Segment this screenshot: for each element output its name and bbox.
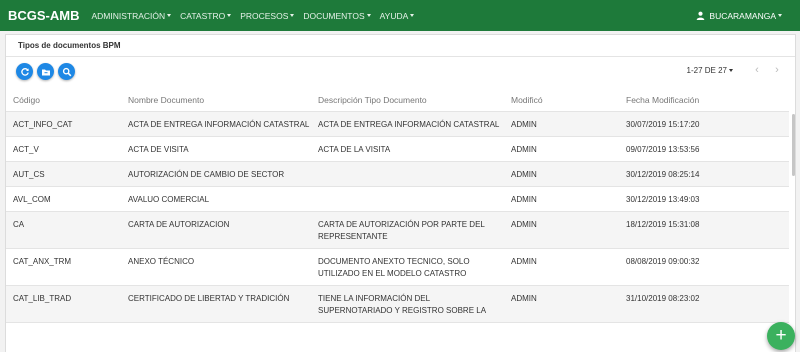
cell-modifico: ADMIN <box>511 294 537 303</box>
caret-down-icon <box>778 14 782 17</box>
header-modifico[interactable]: Modificó <box>504 95 619 105</box>
header-fecha[interactable]: Fecha Modificación <box>619 95 789 105</box>
menu-catastro[interactable]: CATASTRO <box>180 10 232 21</box>
table-row[interactable]: CAT_ANX_TRM ANEXO TÉCNICO DOCUMENTO ANEX… <box>6 249 789 286</box>
table-header: Código Nombre Documento Descripción Tipo… <box>6 88 789 112</box>
cell-modifico: ADMIN <box>511 145 537 154</box>
table-row[interactable]: CAT_LIB_TRAD CERTIFICADO DE LIBERTAD Y T… <box>6 286 789 323</box>
caret-down-icon <box>167 14 172 17</box>
card-title: Tipos de documentos BPM <box>6 35 795 57</box>
header-nombre[interactable]: Nombre Documento <box>121 95 311 105</box>
page-size-select[interactable]: 1-27 DE 27 <box>687 66 733 75</box>
cell-modifico: ADMIN <box>511 195 537 204</box>
table-row[interactable]: AVL_COM AVALUO COMERCIAL ADMIN 30/12/201… <box>6 187 789 212</box>
cell-fecha: 30/07/2019 15:17:20 <box>626 120 700 129</box>
cell-descripcion: ACTA DE ENTREGA INFORMACIÓN CATASTRAL <box>318 120 500 129</box>
app-brand[interactable]: BCGS-AMB <box>8 8 80 23</box>
cell-descripcion: TIENE LA INFORMACIÓN DEL SUPERNOTARIADO … <box>318 294 487 315</box>
top-navbar: BCGS-AMB ADMINISTRACIÓN CATASTRO PROCESO… <box>0 0 800 31</box>
cell-codigo: ACT_V <box>13 145 39 154</box>
user-icon <box>697 11 705 20</box>
add-button[interactable]: + <box>767 322 795 350</box>
cell-nombre: ACTA DE ENTREGA INFORMACIÓN CATASTRAL <box>128 120 310 129</box>
next-page-button[interactable]: › <box>771 64 783 76</box>
folder-icon <box>41 69 50 75</box>
header-descripcion[interactable]: Descripción Tipo Documento <box>311 95 504 105</box>
cell-fecha: 18/12/2019 15:31:08 <box>626 220 700 229</box>
cell-fecha: 30/12/2019 13:49:03 <box>626 195 700 204</box>
search-icon <box>62 67 71 76</box>
cell-codigo: ACT_INFO_CAT <box>13 120 73 129</box>
document-types-table: Código Nombre Documento Descripción Tipo… <box>6 88 789 323</box>
caret-down-icon <box>729 68 733 72</box>
cell-nombre: ACTA DE VISITA <box>128 145 189 154</box>
prev-page-button[interactable]: ‹ <box>751 64 763 76</box>
caret-down-icon <box>290 14 295 17</box>
menu-label: ADMINISTRACIÓN <box>91 10 166 21</box>
cell-descripcion <box>311 162 504 186</box>
document-types-card: Tipos de documentos BPM 1-27 DE 27 ‹ › C… <box>5 34 796 352</box>
pager: 1-27 DE 27 ‹ › <box>687 64 783 76</box>
table-row[interactable]: ACT_V ACTA DE VISITA ACTA DE LA VISITA A… <box>6 137 789 162</box>
cell-codigo: AVL_COM <box>13 195 51 204</box>
cell-descripcion: CARTA DE AUTORIZACIÓN POR PARTE DEL REPR… <box>318 220 485 241</box>
caret-down-icon <box>227 14 232 17</box>
table-toolbar <box>16 63 75 80</box>
cell-modifico: ADMIN <box>511 120 537 129</box>
header-codigo[interactable]: Código <box>6 95 121 105</box>
table-scrollbar[interactable] <box>792 114 795 176</box>
cell-nombre: ANEXO TÉCNICO <box>128 257 195 266</box>
cell-nombre: AUTORIZACIÓN DE CAMBIO DE SECTOR <box>128 170 285 179</box>
menu-label: AYUDA <box>379 10 409 21</box>
table-row[interactable]: AUT_CS AUTORIZACIÓN DE CAMBIO DE SECTOR … <box>6 162 789 187</box>
table-body: ACT_INFO_CAT ACTA DE ENTREGA INFORMACIÓN… <box>6 112 789 323</box>
cell-codigo: CAT_LIB_TRAD <box>13 294 72 303</box>
pager-range: 1-27 DE 27 <box>686 65 727 75</box>
caret-down-icon <box>366 14 371 17</box>
cell-codigo: AUT_CS <box>13 170 45 179</box>
menu-documentos[interactable]: DOCUMENTOS <box>303 10 371 21</box>
menu-label: PROCESOS <box>240 10 289 21</box>
cell-descripcion: ACTA DE LA VISITA <box>318 145 391 154</box>
cell-fecha: 08/08/2019 09:00:32 <box>626 257 700 266</box>
caret-down-icon <box>410 14 415 17</box>
cell-fecha: 09/07/2019 13:53:56 <box>626 145 700 154</box>
refresh-icon <box>20 67 29 76</box>
cell-modifico: ADMIN <box>511 220 537 229</box>
cell-modifico: ADMIN <box>511 257 537 266</box>
menu-procesos[interactable]: PROCESOS <box>240 10 295 21</box>
refresh-button[interactable] <box>16 63 33 80</box>
menu-label: DOCUMENTOS <box>303 10 365 21</box>
cell-codigo: CA <box>13 220 25 229</box>
main-menu: ADMINISTRACIÓN CATASTRO PROCESOS DOCUMEN… <box>92 11 424 21</box>
table-row[interactable]: CA CARTA DE AUTORIZACION CARTA DE AUTORI… <box>6 212 789 249</box>
user-menu[interactable]: BUCARAMANGA <box>696 11 782 21</box>
cell-nombre: AVALUO COMERCIAL <box>128 195 210 204</box>
cell-descripcion <box>311 187 504 211</box>
cell-codigo: CAT_ANX_TRM <box>13 257 72 266</box>
folder-button[interactable] <box>37 63 54 80</box>
search-button[interactable] <box>58 63 75 80</box>
cell-modifico: ADMIN <box>511 170 537 179</box>
cell-fecha: 30/12/2019 08:25:14 <box>626 170 700 179</box>
table-row[interactable]: ACT_INFO_CAT ACTA DE ENTREGA INFORMACIÓN… <box>6 112 789 137</box>
menu-label: CATASTRO <box>180 10 226 21</box>
cell-nombre: CERTIFICADO DE LIBERTAD Y TRADICIÓN <box>128 294 290 303</box>
cell-nombre: CARTA DE AUTORIZACION <box>128 220 230 229</box>
menu-administracion[interactable]: ADMINISTRACIÓN <box>92 11 172 21</box>
cell-descripcion: DOCUMENTO ANEXTO TECNICO, SOLO UTILIZADO… <box>318 257 470 278</box>
menu-ayuda[interactable]: AYUDA <box>380 11 415 21</box>
cell-fecha: 31/10/2019 08:23:02 <box>626 294 700 303</box>
user-name: BUCARAMANGA <box>709 10 776 21</box>
